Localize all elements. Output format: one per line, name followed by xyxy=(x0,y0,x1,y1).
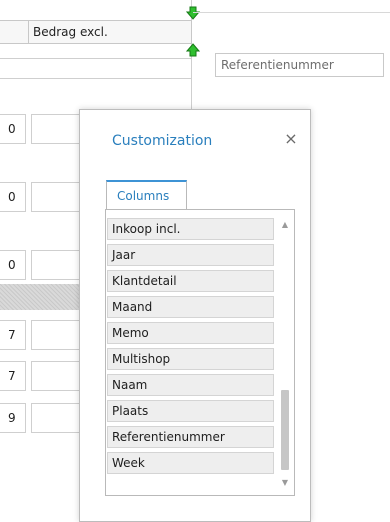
green-down-arrow-icon xyxy=(186,6,200,20)
column-item[interactable]: Naam xyxy=(107,374,274,396)
grid-cell-empty[interactable] xyxy=(31,114,86,144)
grid-line xyxy=(0,58,192,59)
grid-cell-value[interactable]: 7 xyxy=(0,361,26,391)
grid-cell-value[interactable]: 0 xyxy=(0,114,26,144)
column-item[interactable]: Week xyxy=(107,452,274,474)
dialog-title: Customization xyxy=(112,133,213,149)
grid-cell-empty[interactable] xyxy=(31,320,86,350)
scroll-down-icon[interactable]: ▼ xyxy=(278,477,292,489)
grid-cell-value[interactable]: 7 xyxy=(0,320,26,350)
column-item[interactable]: Multishop xyxy=(107,348,274,370)
grid-selected-row-band xyxy=(0,284,80,310)
column-item[interactable]: Klantdetail xyxy=(107,270,274,292)
grid-cell-value[interactable]: 0 xyxy=(0,250,26,280)
grid-cell-value[interactable]: 0 xyxy=(0,182,26,212)
column-item[interactable]: Jaar xyxy=(107,244,274,266)
column-item[interactable]: Inkoop incl. xyxy=(107,218,274,240)
columns-scrollbar[interactable]: ▲ ▼ xyxy=(278,217,292,489)
column-item[interactable]: Memo xyxy=(107,322,274,344)
grid-cell-value[interactable]: 9 xyxy=(0,403,26,433)
grid-line xyxy=(0,78,192,79)
columns-list: Inkoop incl. Jaar Klantdetail Maand Memo… xyxy=(107,218,274,478)
column-item[interactable]: Plaats xyxy=(107,400,274,422)
grid-header-cell-left[interactable] xyxy=(0,20,29,44)
drop-indicator-line xyxy=(193,12,390,13)
grid-cell-empty[interactable] xyxy=(31,250,86,280)
grid-cell-empty[interactable] xyxy=(31,182,86,212)
referentienummer-field[interactable]: Referentienummer xyxy=(215,53,384,77)
green-up-arrow-icon xyxy=(186,43,200,57)
grid-header-bedrag-excl[interactable]: Bedrag excl. xyxy=(28,20,192,44)
grid-cell-empty[interactable] xyxy=(31,361,86,391)
column-item[interactable]: Maand xyxy=(107,296,274,318)
tab-columns[interactable]: Columns xyxy=(106,180,187,210)
grid-cell-empty[interactable] xyxy=(31,403,86,433)
close-icon[interactable]: × xyxy=(283,131,299,147)
scroll-up-icon[interactable]: ▲ xyxy=(278,219,292,231)
column-item[interactable]: Referentienummer xyxy=(107,426,274,448)
scroll-thumb[interactable] xyxy=(281,390,289,470)
